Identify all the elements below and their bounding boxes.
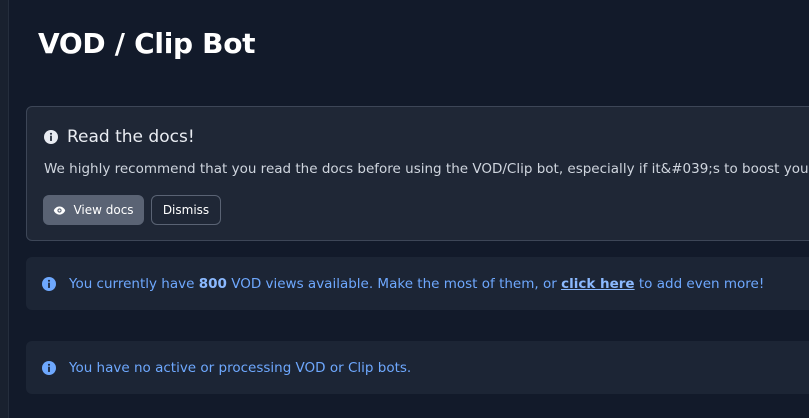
vod-views-count: 800 — [198, 275, 227, 292]
vod-views-suffix: to add even more! — [634, 275, 765, 292]
sidebar-edge — [0, 0, 9, 418]
vod-views-text: You currently have 800 VOD views availab… — [69, 276, 764, 292]
view-docs-button[interactable]: View docs — [43, 195, 144, 225]
view-docs-label: View docs — [73, 203, 134, 217]
page-title: VOD / Clip Bot — [38, 27, 256, 60]
no-bots-alert: You have no active or processing VOD or … — [26, 341, 809, 394]
add-views-link[interactable]: click here — [561, 276, 635, 292]
no-bots-text: You have no active or processing VOD or … — [69, 359, 412, 376]
dismiss-button[interactable]: Dismiss — [151, 195, 221, 225]
vod-views-prefix: You currently have — [69, 275, 199, 292]
info-circle-icon — [44, 130, 58, 144]
info-circle-icon — [42, 276, 56, 291]
eye-icon — [54, 205, 66, 215]
vod-views-middle: VOD views available. Make the most of th… — [226, 275, 562, 292]
docs-card: Read the docs! We highly recommend that … — [26, 106, 809, 241]
vod-views-alert: You currently have 800 VOD views availab… — [26, 257, 809, 310]
docs-body-text: We highly recommend that you read the do… — [44, 161, 809, 177]
docs-heading-text: Read the docs! — [67, 127, 195, 147]
info-circle-icon — [42, 360, 56, 375]
docs-heading: Read the docs! — [44, 127, 195, 147]
